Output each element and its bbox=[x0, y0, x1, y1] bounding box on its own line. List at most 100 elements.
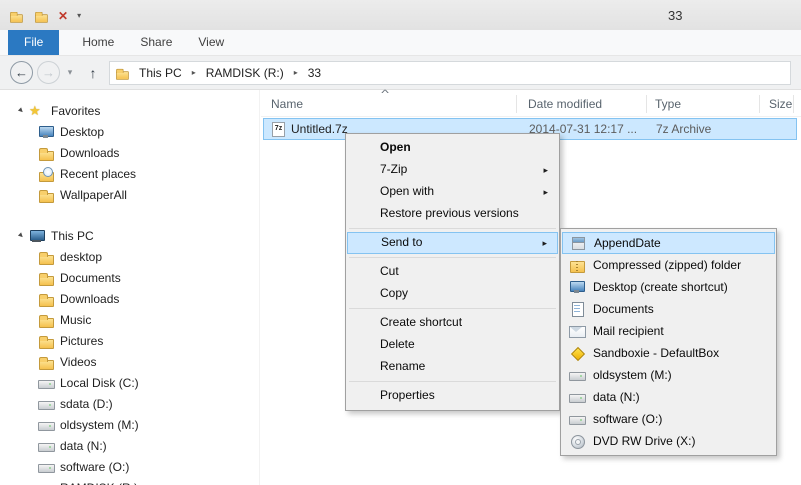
sidebar-label: This PC bbox=[51, 228, 94, 243]
sidebar-item-data-n[interactable]: data (N:) bbox=[0, 435, 259, 456]
recent-locations-dropdown-icon[interactable] bbox=[63, 67, 77, 78]
menu-item-properties[interactable]: Properties bbox=[347, 385, 558, 407]
menu-label: Delete bbox=[380, 337, 415, 351]
tab-home[interactable]: Home bbox=[69, 30, 127, 55]
sidebar-item-desktop-folder[interactable]: desktop bbox=[0, 246, 259, 267]
folder-icon bbox=[38, 145, 54, 161]
column-resize-handle[interactable] bbox=[646, 95, 647, 113]
menu-label: Open with bbox=[380, 184, 435, 198]
quick-access-toolbar bbox=[8, 8, 81, 24]
sidebar-label: oldsystem (M:) bbox=[60, 417, 139, 432]
forward-button[interactable] bbox=[37, 61, 60, 84]
sidebar-item-this-pc[interactable]: This PC bbox=[0, 225, 259, 246]
address-bar[interactable]: This PC RAMDISK (R:) 33 bbox=[109, 60, 791, 85]
sidebar-label: Pictures bbox=[60, 333, 104, 348]
drive-icon bbox=[38, 438, 55, 454]
explorer-window: 33 File Home Share View This PC RAMDISK … bbox=[0, 0, 801, 485]
drive-icon bbox=[38, 480, 55, 485]
breadcrumb-ramdisk[interactable]: RAMDISK (R:) bbox=[197, 62, 293, 84]
sidebar-item-desktop[interactable]: Desktop bbox=[0, 121, 259, 142]
menu-label: data (N:) bbox=[593, 390, 640, 404]
menu-item-cut[interactable]: Cut bbox=[347, 261, 558, 283]
delete-red-icon[interactable] bbox=[58, 9, 68, 23]
column-resize-handle[interactable] bbox=[759, 95, 760, 113]
sidebar-label: RAMDISK (R:) bbox=[60, 481, 138, 485]
expand-collapse-icon[interactable] bbox=[15, 230, 27, 241]
send-to-submenu: AppendDate Compressed (zipped) folder De… bbox=[560, 228, 777, 456]
breadcrumb-33[interactable]: 33 bbox=[299, 62, 330, 84]
menu-item-7zip[interactable]: 7-Zip bbox=[347, 159, 558, 181]
tab-view[interactable]: View bbox=[185, 30, 237, 55]
column-header-date-modified[interactable]: Date modified bbox=[528, 97, 602, 111]
sendto-item-documents[interactable]: Documents bbox=[562, 298, 775, 320]
menu-item-send-to[interactable]: Send to bbox=[347, 232, 558, 254]
column-header-name[interactable]: Name bbox=[271, 97, 303, 111]
column-header-type[interactable]: Type bbox=[655, 97, 681, 111]
menu-item-open-with[interactable]: Open with bbox=[347, 181, 558, 203]
sidebar-item-favorites[interactable]: Favorites bbox=[0, 100, 259, 121]
sidebar-item-sdata-d[interactable]: sdata (D:) bbox=[0, 393, 259, 414]
sendto-item-sandboxie[interactable]: Sandboxie - DefaultBox bbox=[562, 342, 775, 364]
sidebar-item-pictures[interactable]: Pictures bbox=[0, 330, 259, 351]
sendto-item-software-o[interactable]: software (O:) bbox=[562, 408, 775, 430]
sendto-item-dvd-rw-drive-x[interactable]: DVD RW Drive (X:) bbox=[562, 430, 775, 452]
sidebar-item-music[interactable]: Music bbox=[0, 309, 259, 330]
menu-item-restore-previous-versions[interactable]: Restore previous versions bbox=[347, 203, 558, 225]
menu-label: Send to bbox=[381, 235, 423, 249]
sidebar-label: sdata (D:) bbox=[60, 396, 113, 411]
navigation-bar: This PC RAMDISK (R:) 33 bbox=[0, 56, 801, 90]
menu-item-delete[interactable]: Delete bbox=[347, 334, 558, 356]
menu-item-open[interactable]: Open bbox=[347, 137, 558, 159]
menu-label: DVD RW Drive (X:) bbox=[593, 434, 696, 448]
expand-collapse-icon[interactable] bbox=[15, 105, 27, 116]
folder-icon[interactable] bbox=[34, 9, 48, 23]
sendto-item-appenddate[interactable]: AppendDate bbox=[562, 232, 775, 254]
sidebar-label: Recent places bbox=[60, 166, 137, 181]
folder-icon[interactable] bbox=[9, 9, 23, 23]
breadcrumb-this-pc[interactable]: This PC bbox=[130, 62, 191, 84]
sidebar-item-local-disk-c[interactable]: Local Disk (C:) bbox=[0, 372, 259, 393]
sendto-item-mail-recipient[interactable]: Mail recipient bbox=[562, 320, 775, 342]
sendto-item-data-n[interactable]: data (N:) bbox=[562, 386, 775, 408]
menu-item-create-shortcut[interactable]: Create shortcut bbox=[347, 312, 558, 334]
tab-file[interactable]: File bbox=[8, 30, 60, 55]
drive-icon bbox=[569, 389, 586, 405]
menu-label: Sandboxie - DefaultBox bbox=[593, 346, 720, 360]
menu-item-copy[interactable]: Copy bbox=[347, 283, 558, 305]
sidebar-item-documents[interactable]: Documents bbox=[0, 267, 259, 288]
menu-label: Copy bbox=[380, 286, 409, 300]
computer-icon bbox=[29, 228, 45, 244]
monitor-icon bbox=[38, 124, 54, 140]
menu-label: Documents bbox=[593, 302, 654, 316]
folder-icon bbox=[38, 333, 54, 349]
sidebar-item-wallpaperall[interactable]: WallpaperAll bbox=[0, 184, 259, 205]
tab-share[interactable]: Share bbox=[127, 30, 185, 55]
sendto-item-desktop-shortcut[interactable]: Desktop (create shortcut) bbox=[562, 276, 775, 298]
menu-label: Create shortcut bbox=[380, 315, 463, 329]
sidebar-item-ramdisk-r[interactable]: RAMDISK (R:) bbox=[0, 477, 259, 485]
back-button[interactable] bbox=[10, 61, 33, 84]
sendto-item-oldsystem-m[interactable]: oldsystem (M:) bbox=[562, 364, 775, 386]
submenu-arrow-icon bbox=[542, 233, 547, 253]
folder-icon bbox=[38, 270, 54, 286]
column-header-size[interactable]: Size bbox=[769, 97, 792, 111]
sidebar-item-downloads[interactable]: Downloads bbox=[0, 142, 259, 163]
menu-item-rename[interactable]: Rename bbox=[347, 356, 558, 378]
sort-ascending-icon bbox=[381, 88, 389, 98]
column-resize-handle[interactable] bbox=[516, 95, 517, 113]
zipped-folder-icon bbox=[569, 257, 585, 273]
folder-icon bbox=[38, 187, 54, 203]
dropdown-icon[interactable] bbox=[77, 9, 81, 23]
sidebar-label: Documents bbox=[60, 270, 121, 285]
sendto-item-compressed-folder[interactable]: Compressed (zipped) folder bbox=[562, 254, 775, 276]
sidebar-item-downloads-pc[interactable]: Downloads bbox=[0, 288, 259, 309]
sandboxie-icon bbox=[569, 345, 585, 361]
menu-separator bbox=[349, 381, 556, 382]
sidebar-item-videos[interactable]: Videos bbox=[0, 351, 259, 372]
sidebar-label: software (O:) bbox=[60, 459, 130, 474]
column-resize-handle[interactable] bbox=[793, 95, 794, 113]
sidebar-item-software-o[interactable]: software (O:) bbox=[0, 456, 259, 477]
up-button[interactable] bbox=[83, 65, 103, 81]
sidebar-item-oldsystem-m[interactable]: oldsystem (M:) bbox=[0, 414, 259, 435]
sidebar-item-recent-places[interactable]: Recent places bbox=[0, 163, 259, 184]
